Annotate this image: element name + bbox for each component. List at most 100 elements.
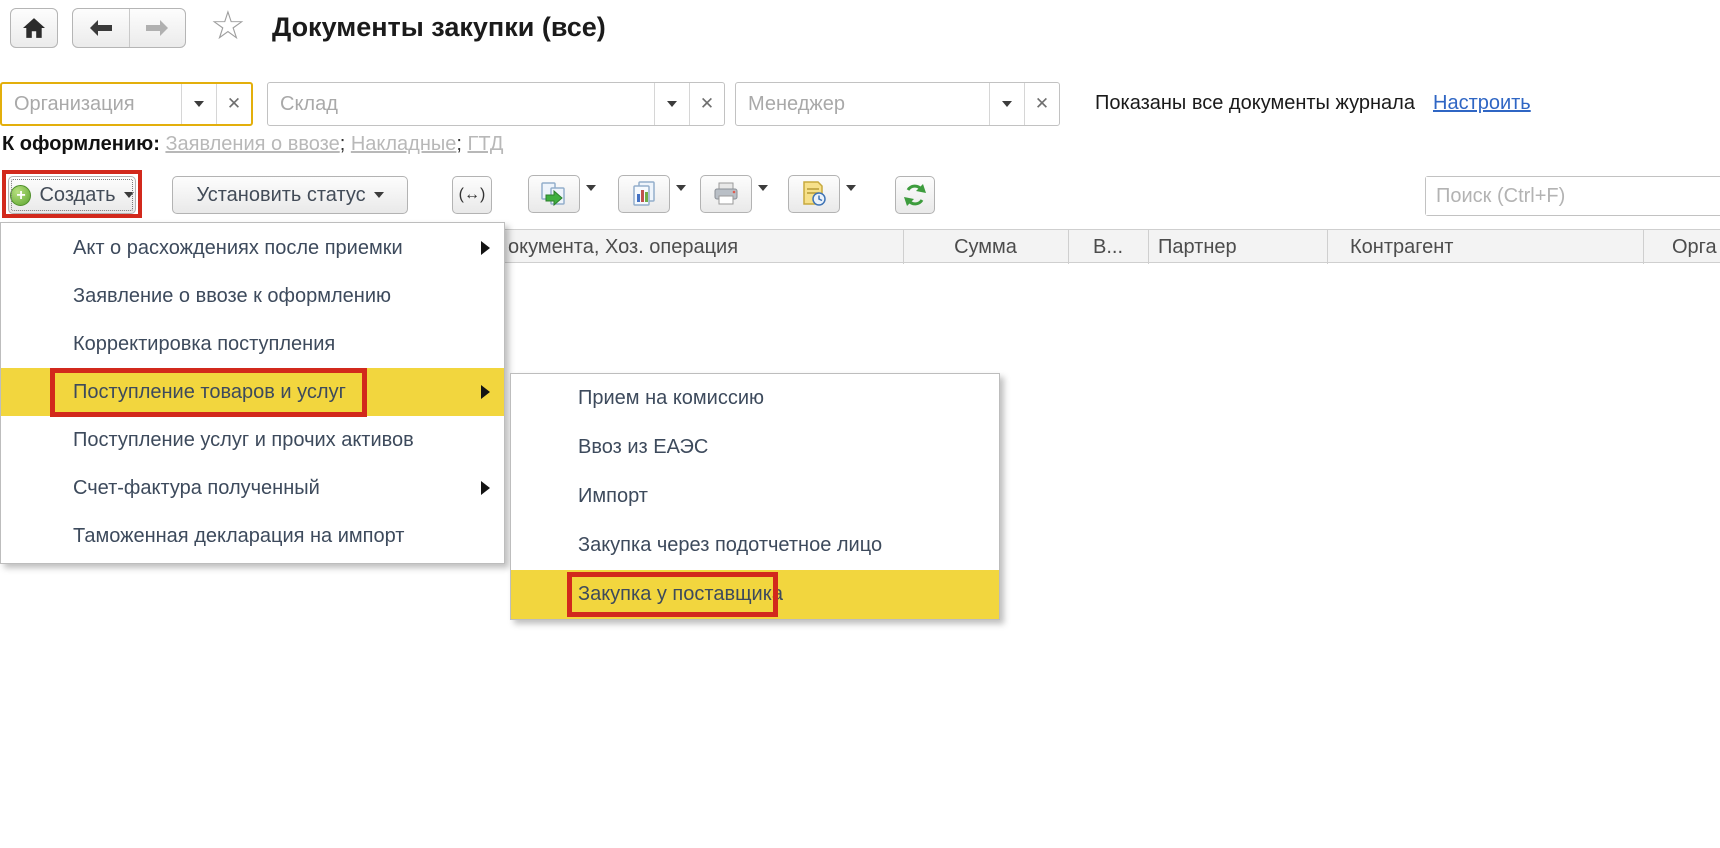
create-based-on-button[interactable] — [528, 175, 580, 213]
goods-receipt-submenu: Прием на комиссию Ввоз из ЕАЭС Импорт За… — [510, 373, 1000, 620]
search-input[interactable] — [1426, 177, 1720, 215]
home-button[interactable] — [10, 8, 58, 48]
menu-item-label: Заявление о ввозе к оформлению — [73, 285, 391, 308]
back-button[interactable] — [73, 9, 129, 47]
chevron-down-icon — [586, 185, 596, 208]
report-chart-icon — [630, 181, 658, 207]
column-divider[interactable] — [1643, 230, 1644, 264]
chevron-down-icon — [374, 192, 384, 198]
menu-item-import-application[interactable]: Заявление о ввозе к оформлению — [1, 272, 504, 320]
document-clock-icon — [800, 181, 828, 207]
submenu-arrow-icon — [481, 241, 490, 255]
menu-item-label: Таможенная декларация на импорт — [73, 525, 404, 548]
page-title: Документы закупки (все) — [272, 12, 606, 43]
to-register-link-import-applications[interactable]: Заявления о ввозе — [165, 133, 339, 155]
refresh-button[interactable] — [895, 176, 935, 214]
print-dropdown[interactable] — [758, 191, 768, 209]
chevron-down-icon — [758, 185, 768, 208]
close-icon: ✕ — [1035, 94, 1049, 114]
submenu-item-accountable-person[interactable]: Закупка через подотчетное лицо — [511, 521, 999, 570]
to-register-label: К оформлению: — [2, 133, 160, 155]
menu-item-goods-services-receipt[interactable]: Поступление товаров и услуг — [1, 368, 504, 416]
submenu-item-import[interactable]: Импорт — [511, 472, 999, 521]
chevron-down-icon — [1002, 101, 1012, 107]
refresh-icon — [903, 183, 927, 207]
arrow-right-icon — [144, 20, 170, 36]
create-based-on-dropdown[interactable] — [586, 191, 596, 209]
chevron-down-icon — [846, 185, 856, 208]
organization-dropdown-button[interactable] — [182, 84, 216, 124]
close-icon: ✕ — [700, 94, 714, 114]
forward-button[interactable] — [129, 9, 186, 47]
menu-item-label: Прием на комиссию — [578, 387, 764, 410]
menu-item-label: Акт о расхождениях после приемки — [73, 237, 403, 260]
menu-item-label: Импорт — [578, 485, 648, 508]
to-register-row: К оформлению: Заявления о ввозе; Накладн… — [2, 133, 503, 156]
column-header-organization[interactable]: Орга — [1672, 230, 1720, 264]
menu-item-services-other-assets[interactable]: Поступление услуг и прочих активов — [1, 416, 504, 464]
deferred-dropdown[interactable] — [846, 191, 856, 209]
warehouse-filter-field: ✕ — [267, 82, 725, 126]
menu-item-label: Корректировка поступления — [73, 333, 335, 356]
create-dropdown-menu: Акт о расхождениях после приемки Заявлен… — [0, 222, 505, 564]
warehouse-filter-input[interactable] — [268, 83, 654, 125]
separator: ; — [340, 133, 346, 155]
organization-filter-input[interactable] — [2, 84, 181, 124]
column-divider[interactable] — [1148, 230, 1149, 264]
document-forward-icon — [540, 181, 568, 207]
journal-status-text: Показаны все документы журнала — [1095, 92, 1415, 115]
menu-item-label: Поступление товаров и услуг — [73, 381, 346, 404]
manager-filter-input[interactable] — [736, 83, 989, 125]
reports-button[interactable] — [618, 175, 670, 213]
menu-item-label: Ввоз из ЕАЭС — [578, 436, 708, 459]
chevron-down-icon — [667, 101, 677, 107]
column-divider[interactable] — [1327, 230, 1328, 264]
warehouse-dropdown-button[interactable] — [655, 83, 689, 125]
purchase-documents-journal-window: ☆ Документы закупки (все) ✕ ✕ ✕ Показаны… — [0, 0, 1720, 848]
change-form-button[interactable]: (↔) — [452, 176, 492, 214]
favorite-star-icon[interactable]: ☆ — [210, 4, 246, 48]
plus-icon: + — [10, 185, 31, 206]
organization-clear-button[interactable]: ✕ — [217, 84, 251, 124]
menu-item-label: Закупка через подотчетное лицо — [578, 534, 882, 557]
set-status-label: Установить статус — [196, 184, 365, 207]
reports-dropdown[interactable] — [676, 191, 686, 209]
submenu-arrow-icon — [481, 385, 490, 399]
manager-clear-button[interactable]: ✕ — [1025, 83, 1059, 125]
column-header-currency[interactable]: В... — [1068, 230, 1148, 264]
column-header-sum[interactable]: Сумма — [903, 230, 1068, 264]
separator: ; — [456, 133, 462, 155]
column-header-document[interactable]: окумента, Хоз. операция — [508, 230, 898, 264]
menu-item-label: Закупка у поставщика — [578, 583, 783, 606]
printer-icon — [712, 182, 740, 206]
set-status-button[interactable]: Установить статус — [172, 176, 408, 214]
configure-link[interactable]: Настроить — [1433, 92, 1531, 115]
manager-filter-field: ✕ — [735, 82, 1060, 126]
warehouse-clear-button[interactable]: ✕ — [690, 83, 724, 125]
menu-item-customs-declaration[interactable]: Таможенная декларация на импорт — [1, 512, 504, 560]
column-header-counterparty[interactable]: Контрагент — [1350, 230, 1643, 264]
home-icon — [23, 18, 45, 38]
chevron-down-icon — [676, 185, 686, 208]
to-register-link-gtd[interactable]: ГТД — [468, 133, 504, 155]
submenu-item-eaeu-import[interactable]: Ввоз из ЕАЭС — [511, 423, 999, 472]
print-button[interactable] — [700, 175, 752, 213]
create-button-label: Создать — [39, 184, 115, 207]
submenu-arrow-icon — [481, 481, 490, 495]
submenu-item-commission[interactable]: Прием на комиссию — [511, 374, 999, 423]
submenu-item-purchase-from-supplier[interactable]: Закупка у поставщика — [511, 570, 999, 619]
search-field — [1425, 176, 1720, 216]
menu-item-invoice-received[interactable]: Счет-фактура полученный — [1, 464, 504, 512]
resize-arrows-icon: (↔) — [459, 186, 486, 204]
column-header-partner[interactable]: Партнер — [1158, 230, 1327, 264]
menu-item-receipt-correction[interactable]: Корректировка поступления — [1, 320, 504, 368]
chevron-down-icon — [194, 101, 204, 107]
chevron-down-icon — [124, 192, 134, 198]
menu-item-discrepancy-act[interactable]: Акт о расхождениях после приемки — [1, 224, 504, 272]
deferred-documents-button[interactable] — [788, 175, 840, 213]
organization-filter-field: ✕ — [0, 82, 253, 126]
menu-item-label: Счет-фактура полученный — [73, 477, 320, 500]
manager-dropdown-button[interactable] — [990, 83, 1024, 125]
to-register-link-waybills[interactable]: Накладные — [351, 133, 457, 155]
create-button[interactable]: + Создать — [8, 176, 136, 214]
